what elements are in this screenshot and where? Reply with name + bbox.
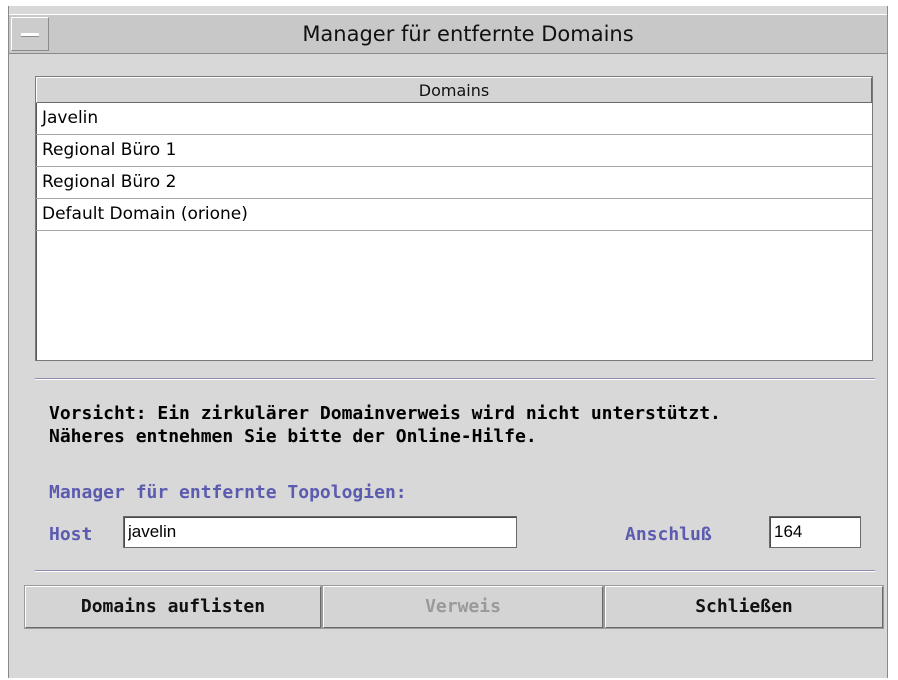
window-menu-icon[interactable] [11,17,49,51]
domains-table: Domains Javelin Regional Büro 1 Regional… [35,76,873,361]
domain-row-regional-buero-1[interactable]: Regional Büro 1 [36,135,872,167]
window-title: Manager für entfernte Domains [302,22,634,46]
domain-row-regional-buero-2[interactable]: Regional Büro 2 [36,167,872,199]
remote-topology-label: Manager für entfernte Topologien: [49,482,407,503]
warning-line-1: Vorsicht: Ein zirkulärer Domainverweis w… [49,403,721,424]
port-input[interactable] [769,516,861,548]
host-label: Host [49,524,93,545]
circular-reference-warning: Vorsicht: Ein zirkulärer Domainverweis w… [49,402,721,448]
warning-line-2: Näheres entnehmen Sie bitte der Online-H… [49,426,537,447]
domain-row-default-domain[interactable]: Default Domain (orione) [36,199,872,231]
reference-button[interactable]: Verweis [323,586,603,628]
remote-domains-manager-window: Manager für entfernte Domains Domains Ja… [8,6,888,678]
title-bar[interactable]: Manager für entfernte Domains [9,14,887,54]
host-input[interactable] [123,516,517,548]
port-label: Anschluß [625,524,712,545]
divider-top [35,378,875,380]
domains-column-header[interactable]: Domains [36,77,872,103]
domain-row-javelin[interactable]: Javelin [36,103,872,135]
divider-bottom [35,570,875,572]
close-button[interactable]: Schließen [605,586,883,628]
list-domains-button[interactable]: Domains auflisten [25,586,321,628]
